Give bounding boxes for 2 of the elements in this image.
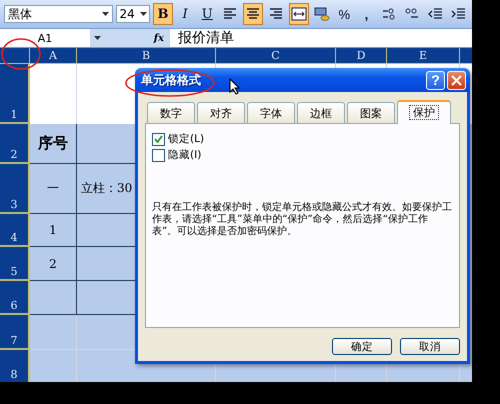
dialog-title: 单元格格式 — [141, 72, 201, 88]
help-text: 只有在工作表被保护时，锁定单元格或隐藏公式才有效。如要保护工作表，请选择“工具”菜单中的“保护”命令，然后选择“保护工作表”。可以选择是否加密码保护。 — [152, 202, 453, 238]
